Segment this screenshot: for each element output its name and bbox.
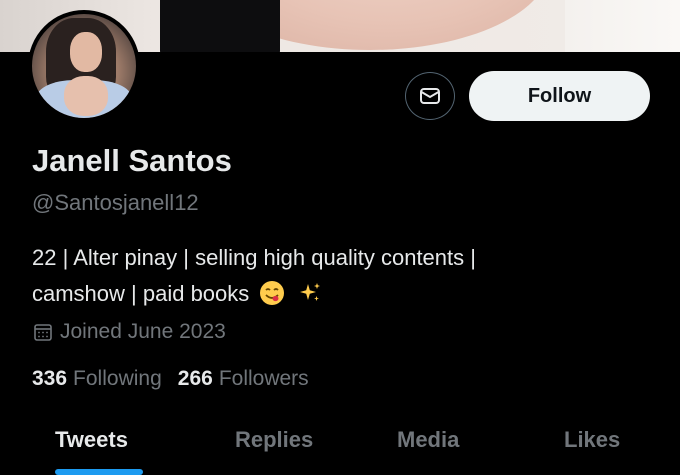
followers-count: 266 (177, 367, 213, 390)
following-count: 336 (32, 367, 68, 390)
profile-bio: 22 | Alter pinay | selling high quality … (32, 240, 652, 312)
banner-photo-background (565, 0, 680, 52)
joined-date: Joined June 2023 (33, 320, 226, 344)
tab-replies[interactable]: Replies (235, 427, 313, 453)
active-tab-indicator (55, 469, 143, 475)
message-button[interactable] (405, 72, 455, 120)
sparkles-emoji-icon (299, 283, 320, 301)
profile-tabs: Tweets Replies Media Likes (0, 423, 680, 475)
following-link[interactable]: 336 Following (32, 367, 162, 391)
yum-emoji-icon (260, 281, 285, 305)
followers-label: Followers (218, 367, 309, 390)
bio-line-2-text: camshow | paid books (32, 281, 250, 306)
followers-link[interactable]: 266 Followers (178, 367, 309, 391)
avatar-face (70, 32, 102, 72)
bio-line-1: 22 | Alter pinay | selling high quality … (32, 245, 476, 270)
bio-line-2: camshow | paid books (32, 276, 652, 312)
tab-tweets[interactable]: Tweets (55, 427, 128, 453)
follow-button[interactable]: Follow (469, 71, 650, 121)
joined-text: Joined June 2023 (60, 320, 226, 343)
avatar-skin (64, 76, 108, 116)
tab-likes[interactable]: Likes (564, 427, 620, 453)
following-label: Following (73, 367, 162, 390)
avatar[interactable] (28, 10, 140, 122)
profile-handle: @Santosjanell12 (32, 190, 199, 215)
banner-photo-shadow (160, 0, 280, 52)
calendar-icon (34, 324, 52, 341)
profile-stats: 336 Following 266 Followers (32, 367, 325, 391)
profile-name: Janell Santos (32, 143, 232, 178)
envelope-icon (420, 88, 440, 104)
tab-media[interactable]: Media (397, 427, 459, 453)
